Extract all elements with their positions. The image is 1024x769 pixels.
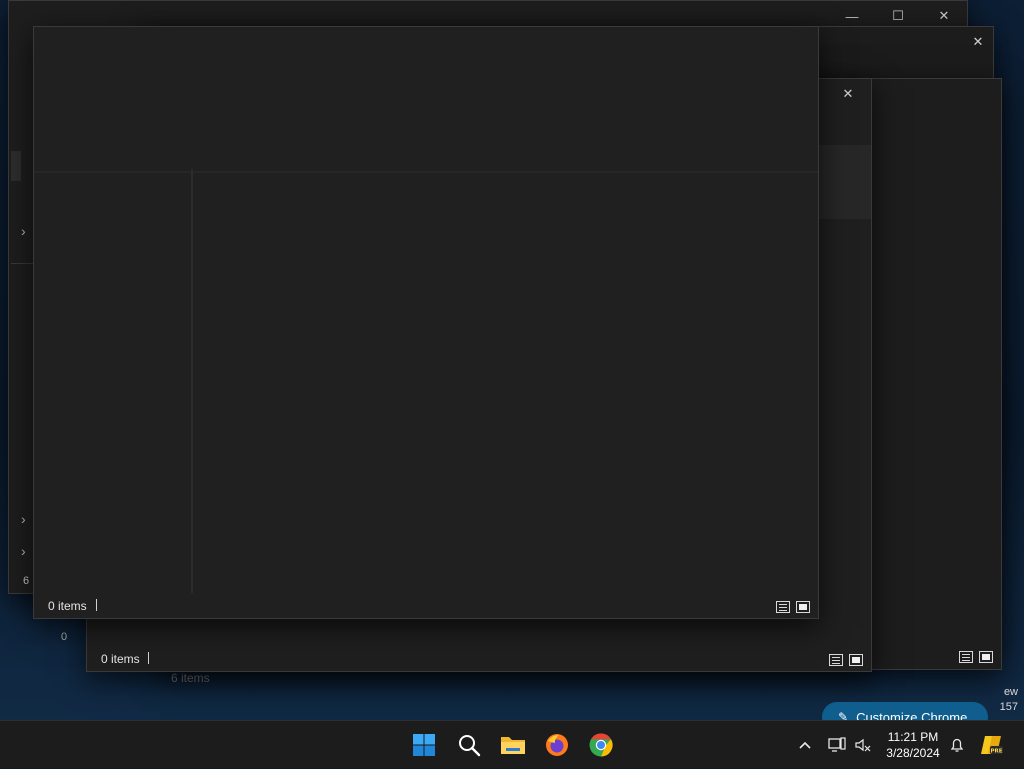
show-hidden-icons-button[interactable] — [794, 721, 816, 769]
desktop-edge-text: 157 — [999, 701, 1018, 713]
tiles-view-icon[interactable] — [796, 601, 810, 613]
copilot-pre-icon: PRE — [981, 736, 1003, 754]
details-view-icon[interactable] — [776, 601, 790, 613]
window-controls: ✕ — [825, 79, 871, 109]
view-buttons — [959, 651, 993, 663]
clock-time: 11:21 PM — [887, 730, 939, 744]
chevron-right-icon[interactable]: › — [21, 543, 26, 559]
item-count: 0 items — [101, 652, 140, 666]
close-button[interactable]: ✕ — [825, 79, 871, 109]
close-button[interactable]: ✕ — [963, 27, 993, 57]
item-count: 0 items — [48, 599, 87, 613]
tiles-view-icon[interactable] — [979, 651, 993, 663]
status-separator — [96, 599, 97, 611]
status-text-faded: 6 items — [171, 671, 210, 685]
start-button[interactable] — [410, 731, 438, 759]
tiles-view-icon[interactable] — [849, 654, 863, 666]
chrome-icon — [589, 733, 613, 757]
volume-muted-icon[interactable] — [852, 721, 874, 769]
nav-selected-indicator — [11, 151, 21, 181]
toolbar-divider — [34, 171, 818, 173]
search-icon — [459, 735, 481, 757]
bell-icon — [950, 738, 964, 752]
status-bar: 0 items — [34, 592, 818, 618]
status-text-partial: 6 — [23, 575, 30, 587]
status-text-partial: 0 — [61, 631, 68, 643]
windows-logo-icon — [413, 734, 435, 756]
search-button[interactable] — [455, 731, 483, 759]
details-view-icon[interactable] — [829, 654, 843, 666]
chevron-right-icon[interactable]: › — [21, 223, 26, 239]
status-bar: 0 items — [87, 645, 871, 671]
chevron-up-icon — [799, 741, 811, 749]
toolbar-area — [34, 27, 818, 171]
view-buttons — [776, 601, 810, 613]
taskbar: 11:21 PM 3/28/2024 PRE — [0, 720, 1024, 768]
firefox-icon — [546, 734, 568, 756]
network-icon[interactable] — [826, 721, 848, 769]
navigation-pane-divider[interactable] — [191, 169, 193, 593]
desktop-edge-text: ew — [1003, 686, 1018, 698]
clock[interactable]: 11:21 PM 3/28/2024 — [880, 729, 946, 761]
details-view-icon[interactable] — [959, 651, 973, 663]
view-buttons — [829, 654, 863, 666]
status-separator — [148, 652, 149, 664]
copilot-preview-button[interactable]: PRE — [978, 721, 1006, 769]
chrome-button[interactable] — [587, 731, 615, 759]
window-controls: ✕ — [963, 27, 993, 57]
chevron-right-icon[interactable]: › — [21, 511, 26, 527]
svg-text:PRE: PRE — [990, 748, 1002, 754]
notifications-button[interactable] — [946, 721, 968, 769]
folder-icon — [501, 737, 525, 754]
firefox-button[interactable] — [543, 731, 571, 759]
explorer-window-front[interactable]: — ☐ ✕ 0 items — [33, 26, 819, 619]
clock-date: 3/28/2024 — [886, 746, 940, 760]
file-explorer-button[interactable] — [499, 731, 527, 759]
